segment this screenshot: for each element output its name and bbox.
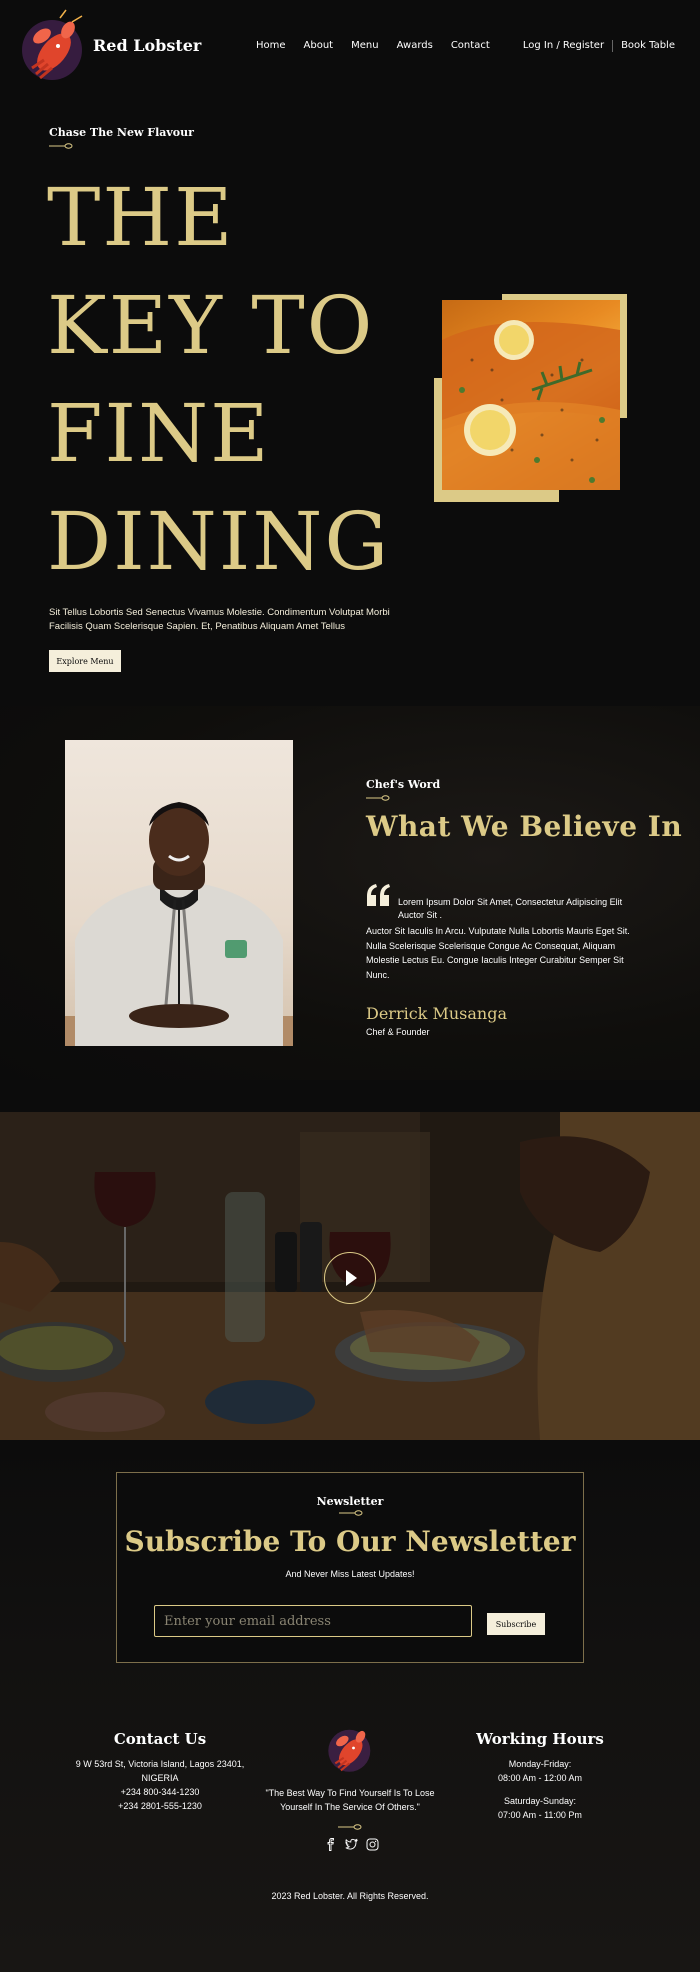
footer-phone-1: +234 800-344-1230 — [120, 1787, 200, 1797]
nav-actions: Log In / Register Book Table — [523, 40, 675, 52]
play-video-button[interactable] — [324, 1252, 376, 1304]
hero-section: Chase The New Flavour THE KEY TO FINE DI… — [0, 92, 700, 706]
nav-link-about[interactable]: About — [304, 40, 334, 51]
instagram-icon[interactable] — [366, 1838, 379, 1851]
nav-link-contact[interactable]: Contact — [451, 40, 490, 51]
footer-tagline: "The Best Way To Find Yourself Is To Los… — [265, 1788, 435, 1812]
hero-title: THE KEY TO FINE DINING — [47, 164, 407, 596]
hero-title-line: DINING — [47, 495, 391, 588]
hero-description: Sit Tellus Lobortis Sed Senectus Vivamus… — [49, 607, 390, 632]
nav-link-awards[interactable]: Awards — [397, 40, 433, 51]
hero-title-line: KEY TO — [47, 279, 375, 372]
chef-role: Chef & Founder — [366, 1027, 430, 1037]
footer-address: 9 W 53rd St, Victoria Island, Lagos 2340… — [75, 1759, 245, 1783]
newsletter-subtitle: And Never Miss Latest Updates! — [285, 1569, 415, 1579]
chef-section-title: What We Believe In — [366, 810, 683, 843]
navbar: Red Lobster Home About Menu Awards Conta… — [0, 0, 700, 92]
twitter-icon[interactable] — [345, 1838, 359, 1851]
chef-quote-body: Auctor Sit Iaculis In Arcu. Vulputate Nu… — [366, 926, 630, 980]
spoon-divider-icon — [49, 143, 73, 149]
footer-contact-title: Contact Us — [113, 1730, 207, 1748]
facebook-icon[interactable] — [324, 1838, 337, 1851]
hero-subtitle: Chase The New Flavour — [49, 126, 194, 139]
play-icon — [346, 1270, 357, 1286]
newsletter-box: Newsletter Subscribe To Our Newsletter A… — [116, 1472, 584, 1663]
email-input[interactable] — [154, 1605, 472, 1637]
spoon-divider-icon — [366, 795, 390, 801]
footer-weekend-time: 07:00 Am - 11:00 Pm — [498, 1810, 582, 1820]
nav-divider — [612, 40, 614, 52]
hero-title-line: FINE — [47, 387, 271, 480]
explore-menu-button[interactable]: Explore Menu — [49, 650, 121, 672]
chef-label: Chef's Word — [366, 778, 441, 791]
chef-name: Derrick Musanga — [366, 1004, 507, 1023]
spoon-divider-icon — [339, 1510, 363, 1516]
spoon-divider-icon — [338, 1824, 362, 1830]
footer-weekend-label: Saturday-Sunday: — [503, 1796, 577, 1806]
chef-photo — [65, 740, 293, 1046]
video-section — [0, 1112, 700, 1440]
subscribe-button[interactable]: Subscribe — [487, 1613, 545, 1635]
footer-section: Newsletter Subscribe To Our Newsletter A… — [0, 1440, 700, 1972]
salmon-dish-illustration — [442, 320, 620, 490]
newsletter-title: Subscribe To Our Newsletter — [124, 1525, 576, 1558]
hero-title-line: THE — [47, 171, 235, 264]
hero-dish-image — [442, 300, 620, 490]
footer-weekday-time: 08:00 Am - 12:00 Am — [497, 1773, 583, 1783]
footer-weekday-label: Monday-Friday: — [508, 1759, 572, 1769]
nav-links: Home About Menu Awards Contact — [256, 40, 490, 51]
copyright: 2023 Red Lobster. All Rights Reserved. — [271, 1891, 429, 1901]
nav-link-menu[interactable]: Menu — [351, 40, 378, 51]
lobster-logo-icon[interactable] — [322, 1720, 378, 1776]
quote-icon — [367, 884, 390, 906]
chef-section: Chef's Word What We Believe In Lorem Ips… — [0, 706, 700, 1080]
login-register-link[interactable]: Log In / Register — [523, 40, 604, 52]
brand-name[interactable]: Red Lobster — [93, 36, 201, 55]
chef-portrait-illustration — [65, 802, 293, 1046]
footer-phone-2: +234 2801-555-1230 — [118, 1801, 202, 1811]
footer-hours-title: Working Hours — [476, 1730, 604, 1748]
nav-link-home[interactable]: Home — [256, 40, 286, 51]
social-links — [324, 1838, 379, 1851]
newsletter-label: Newsletter — [316, 1495, 384, 1508]
chef-quote-lead: Lorem Ipsum Dolor Sit Amet, Consectetur … — [398, 897, 623, 920]
book-table-link[interactable]: Book Table — [621, 40, 675, 52]
lobster-logo-icon[interactable] — [16, 6, 90, 86]
